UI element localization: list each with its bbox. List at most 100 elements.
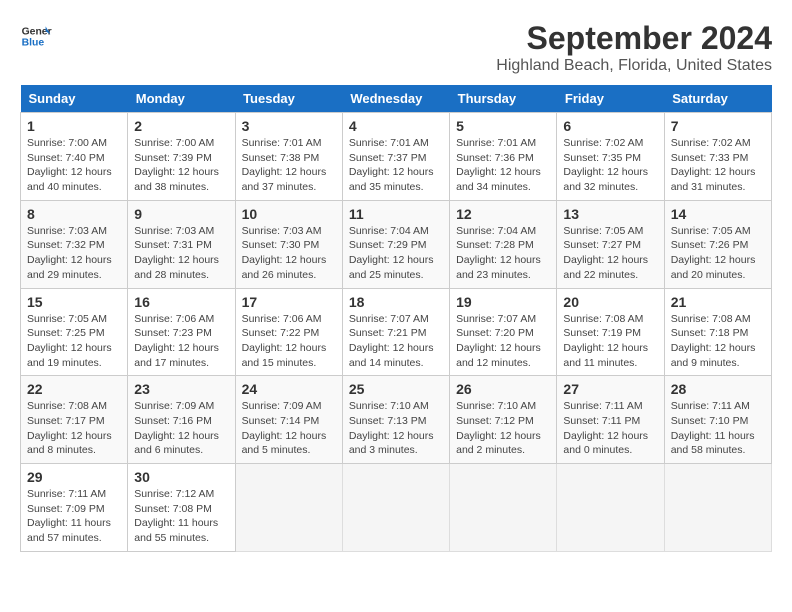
calendar-week-row: 29 Sunrise: 7:11 AMSunset: 7:09 PMDaylig… <box>21 464 772 552</box>
calendar-day-cell <box>342 464 449 552</box>
day-info: Sunrise: 7:07 AMSunset: 7:21 PMDaylight:… <box>349 313 434 369</box>
day-number: 27 <box>563 381 657 397</box>
day-number: 8 <box>27 206 121 222</box>
day-info: Sunrise: 7:06 AMSunset: 7:23 PMDaylight:… <box>134 313 219 369</box>
day-number: 19 <box>456 294 550 310</box>
day-info: Sunrise: 7:07 AMSunset: 7:20 PMDaylight:… <box>456 313 541 369</box>
day-info: Sunrise: 7:08 AMSunset: 7:19 PMDaylight:… <box>563 313 648 369</box>
day-number: 25 <box>349 381 443 397</box>
calendar-week-row: 1 Sunrise: 7:00 AMSunset: 7:40 PMDayligh… <box>21 113 772 201</box>
calendar-week-row: 8 Sunrise: 7:03 AMSunset: 7:32 PMDayligh… <box>21 200 772 288</box>
calendar-day-cell <box>450 464 557 552</box>
calendar-day-cell: 30 Sunrise: 7:12 AMSunset: 7:08 PMDaylig… <box>128 464 235 552</box>
day-info: Sunrise: 7:01 AMSunset: 7:36 PMDaylight:… <box>456 137 541 193</box>
calendar-day-cell: 28 Sunrise: 7:11 AMSunset: 7:10 PMDaylig… <box>664 376 771 464</box>
calendar-header: SundayMondayTuesdayWednesdayThursdayFrid… <box>21 85 772 113</box>
day-info: Sunrise: 7:04 AMSunset: 7:28 PMDaylight:… <box>456 225 541 281</box>
day-info: Sunrise: 7:01 AMSunset: 7:38 PMDaylight:… <box>242 137 327 193</box>
day-info: Sunrise: 7:03 AMSunset: 7:32 PMDaylight:… <box>27 225 112 281</box>
day-number: 17 <box>242 294 336 310</box>
day-info: Sunrise: 7:11 AMSunset: 7:09 PMDaylight:… <box>27 488 111 544</box>
day-number: 18 <box>349 294 443 310</box>
day-number: 28 <box>671 381 765 397</box>
calendar-day-cell: 18 Sunrise: 7:07 AMSunset: 7:21 PMDaylig… <box>342 288 449 376</box>
calendar-day-cell: 25 Sunrise: 7:10 AMSunset: 7:13 PMDaylig… <box>342 376 449 464</box>
day-number: 23 <box>134 381 228 397</box>
calendar-day-cell: 7 Sunrise: 7:02 AMSunset: 7:33 PMDayligh… <box>664 113 771 201</box>
calendar-week-row: 22 Sunrise: 7:08 AMSunset: 7:17 PMDaylig… <box>21 376 772 464</box>
calendar-day-cell: 22 Sunrise: 7:08 AMSunset: 7:17 PMDaylig… <box>21 376 128 464</box>
header: General Blue September 2024 Highland Bea… <box>20 20 772 75</box>
day-info: Sunrise: 7:11 AMSunset: 7:10 PMDaylight:… <box>671 400 755 456</box>
svg-text:Blue: Blue <box>22 38 45 49</box>
weekday-header-cell: Friday <box>557 85 664 113</box>
calendar-day-cell: 11 Sunrise: 7:04 AMSunset: 7:29 PMDaylig… <box>342 200 449 288</box>
calendar-day-cell: 20 Sunrise: 7:08 AMSunset: 7:19 PMDaylig… <box>557 288 664 376</box>
title-area: September 2024 Highland Beach, Florida, … <box>496 20 772 75</box>
day-number: 15 <box>27 294 121 310</box>
day-number: 24 <box>242 381 336 397</box>
calendar-day-cell: 1 Sunrise: 7:00 AMSunset: 7:40 PMDayligh… <box>21 113 128 201</box>
calendar-day-cell: 27 Sunrise: 7:11 AMSunset: 7:11 PMDaylig… <box>557 376 664 464</box>
day-number: 30 <box>134 469 228 485</box>
calendar-day-cell: 2 Sunrise: 7:00 AMSunset: 7:39 PMDayligh… <box>128 113 235 201</box>
calendar-day-cell: 26 Sunrise: 7:10 AMSunset: 7:12 PMDaylig… <box>450 376 557 464</box>
day-info: Sunrise: 7:01 AMSunset: 7:37 PMDaylight:… <box>349 137 434 193</box>
calendar-day-cell: 15 Sunrise: 7:05 AMSunset: 7:25 PMDaylig… <box>21 288 128 376</box>
calendar-day-cell: 3 Sunrise: 7:01 AMSunset: 7:38 PMDayligh… <box>235 113 342 201</box>
day-info: Sunrise: 7:05 AMSunset: 7:25 PMDaylight:… <box>27 313 112 369</box>
weekday-header-cell: Wednesday <box>342 85 449 113</box>
day-info: Sunrise: 7:09 AMSunset: 7:14 PMDaylight:… <box>242 400 327 456</box>
day-number: 1 <box>27 118 121 134</box>
day-info: Sunrise: 7:08 AMSunset: 7:18 PMDaylight:… <box>671 313 756 369</box>
day-info: Sunrise: 7:00 AMSunset: 7:39 PMDaylight:… <box>134 137 219 193</box>
calendar-day-cell: 13 Sunrise: 7:05 AMSunset: 7:27 PMDaylig… <box>557 200 664 288</box>
calendar-day-cell: 19 Sunrise: 7:07 AMSunset: 7:20 PMDaylig… <box>450 288 557 376</box>
day-number: 20 <box>563 294 657 310</box>
calendar-day-cell: 4 Sunrise: 7:01 AMSunset: 7:37 PMDayligh… <box>342 113 449 201</box>
day-info: Sunrise: 7:05 AMSunset: 7:27 PMDaylight:… <box>563 225 648 281</box>
calendar-day-cell: 5 Sunrise: 7:01 AMSunset: 7:36 PMDayligh… <box>450 113 557 201</box>
day-number: 22 <box>27 381 121 397</box>
calendar-day-cell: 24 Sunrise: 7:09 AMSunset: 7:14 PMDaylig… <box>235 376 342 464</box>
day-info: Sunrise: 7:02 AMSunset: 7:35 PMDaylight:… <box>563 137 648 193</box>
calendar-day-cell: 29 Sunrise: 7:11 AMSunset: 7:09 PMDaylig… <box>21 464 128 552</box>
day-info: Sunrise: 7:06 AMSunset: 7:22 PMDaylight:… <box>242 313 327 369</box>
day-number: 3 <box>242 118 336 134</box>
day-info: Sunrise: 7:10 AMSunset: 7:12 PMDaylight:… <box>456 400 541 456</box>
day-number: 4 <box>349 118 443 134</box>
calendar-day-cell <box>664 464 771 552</box>
day-info: Sunrise: 7:04 AMSunset: 7:29 PMDaylight:… <box>349 225 434 281</box>
day-info: Sunrise: 7:09 AMSunset: 7:16 PMDaylight:… <box>134 400 219 456</box>
calendar-day-cell: 8 Sunrise: 7:03 AMSunset: 7:32 PMDayligh… <box>21 200 128 288</box>
day-info: Sunrise: 7:03 AMSunset: 7:30 PMDaylight:… <box>242 225 327 281</box>
subtitle: Highland Beach, Florida, United States <box>496 57 772 75</box>
logo-icon: General Blue <box>20 20 52 52</box>
day-info: Sunrise: 7:03 AMSunset: 7:31 PMDaylight:… <box>134 225 219 281</box>
day-number: 7 <box>671 118 765 134</box>
logo: General Blue <box>20 20 52 52</box>
calendar-day-cell: 16 Sunrise: 7:06 AMSunset: 7:23 PMDaylig… <box>128 288 235 376</box>
weekday-header-cell: Saturday <box>664 85 771 113</box>
weekday-header-row: SundayMondayTuesdayWednesdayThursdayFrid… <box>21 85 772 113</box>
day-info: Sunrise: 7:05 AMSunset: 7:26 PMDaylight:… <box>671 225 756 281</box>
day-info: Sunrise: 7:02 AMSunset: 7:33 PMDaylight:… <box>671 137 756 193</box>
main-title: September 2024 <box>496 20 772 57</box>
weekday-header-cell: Monday <box>128 85 235 113</box>
day-number: 9 <box>134 206 228 222</box>
day-number: 10 <box>242 206 336 222</box>
day-number: 14 <box>671 206 765 222</box>
calendar-table: SundayMondayTuesdayWednesdayThursdayFrid… <box>20 85 772 552</box>
calendar-day-cell: 17 Sunrise: 7:06 AMSunset: 7:22 PMDaylig… <box>235 288 342 376</box>
weekday-header-cell: Tuesday <box>235 85 342 113</box>
day-number: 29 <box>27 469 121 485</box>
calendar-day-cell <box>557 464 664 552</box>
calendar-day-cell: 10 Sunrise: 7:03 AMSunset: 7:30 PMDaylig… <box>235 200 342 288</box>
calendar-day-cell: 6 Sunrise: 7:02 AMSunset: 7:35 PMDayligh… <box>557 113 664 201</box>
day-info: Sunrise: 7:12 AMSunset: 7:08 PMDaylight:… <box>134 488 218 544</box>
day-number: 13 <box>563 206 657 222</box>
day-number: 11 <box>349 206 443 222</box>
calendar-day-cell: 23 Sunrise: 7:09 AMSunset: 7:16 PMDaylig… <box>128 376 235 464</box>
day-number: 26 <box>456 381 550 397</box>
calendar-day-cell <box>235 464 342 552</box>
